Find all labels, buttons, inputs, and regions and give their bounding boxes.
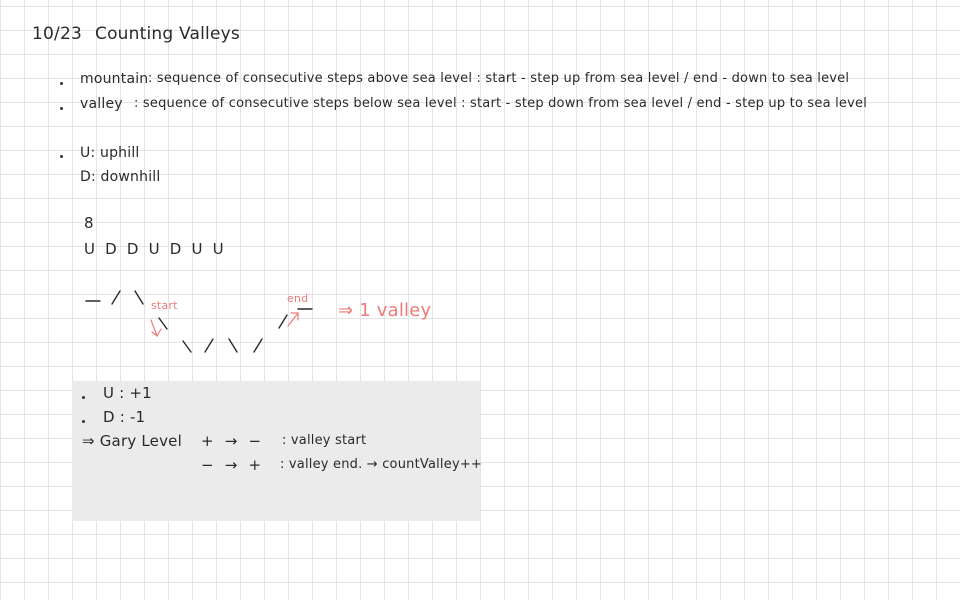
valley-end-desc: : valley end. → countValley++ — [280, 457, 483, 472]
valley-count-result: ⇒ 1 valley — [338, 300, 432, 321]
level-prefix: ⇒ Gary Level — [82, 432, 182, 450]
rules-highlight-box — [72, 381, 480, 521]
valley-start-rule: + → − — [201, 432, 262, 450]
rule-uphill: U : +1 — [103, 384, 152, 402]
bullet — [82, 420, 85, 423]
valley-end-label: end — [287, 292, 309, 305]
rule-downhill: D : -1 — [103, 408, 146, 426]
valley-end-rule: − → + — [201, 456, 262, 474]
valley-start-label: start — [151, 299, 178, 312]
valley-start-desc: : valley start — [282, 433, 367, 448]
bullet — [82, 396, 85, 399]
